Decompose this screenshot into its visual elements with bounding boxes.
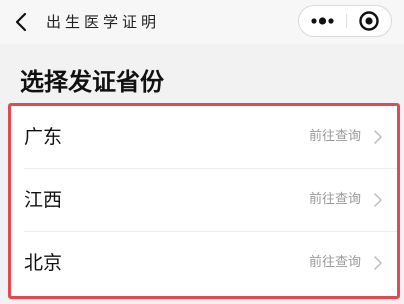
query-link-text[interactable]: 前往查询 (309, 191, 361, 209)
chevron-right-icon (374, 130, 382, 144)
query-link-text[interactable]: 前往查询 (309, 254, 361, 272)
navigation-bar: 出生医学证明 (0, 0, 404, 44)
query-link-text[interactable]: 前往查询 (309, 128, 361, 146)
province-name: 江西 (24, 189, 63, 211)
mini-program-capsule (298, 5, 392, 37)
chevron-right-icon (374, 256, 382, 270)
province-row-beijing[interactable]: 北京 前往查询 (11, 232, 397, 295)
chevron-left-icon[interactable] (10, 10, 34, 34)
province-name: 广东 (24, 126, 63, 148)
more-dots-icon[interactable] (299, 6, 346, 36)
province-row-jiangxi[interactable]: 江西 前往查询 (11, 169, 397, 232)
target-close-icon[interactable] (347, 6, 391, 36)
nav-title: 出生医学证明 (46, 13, 161, 31)
chevron-right-icon (374, 193, 382, 207)
province-row-guangdong[interactable]: 广东 前往查询 (11, 106, 397, 169)
page-title: 选择发证省份 (20, 68, 164, 96)
province-name: 北京 (24, 252, 63, 274)
province-list: 广东 前往查询 江西 前往查询 北京 前往查询 (8, 103, 400, 299)
